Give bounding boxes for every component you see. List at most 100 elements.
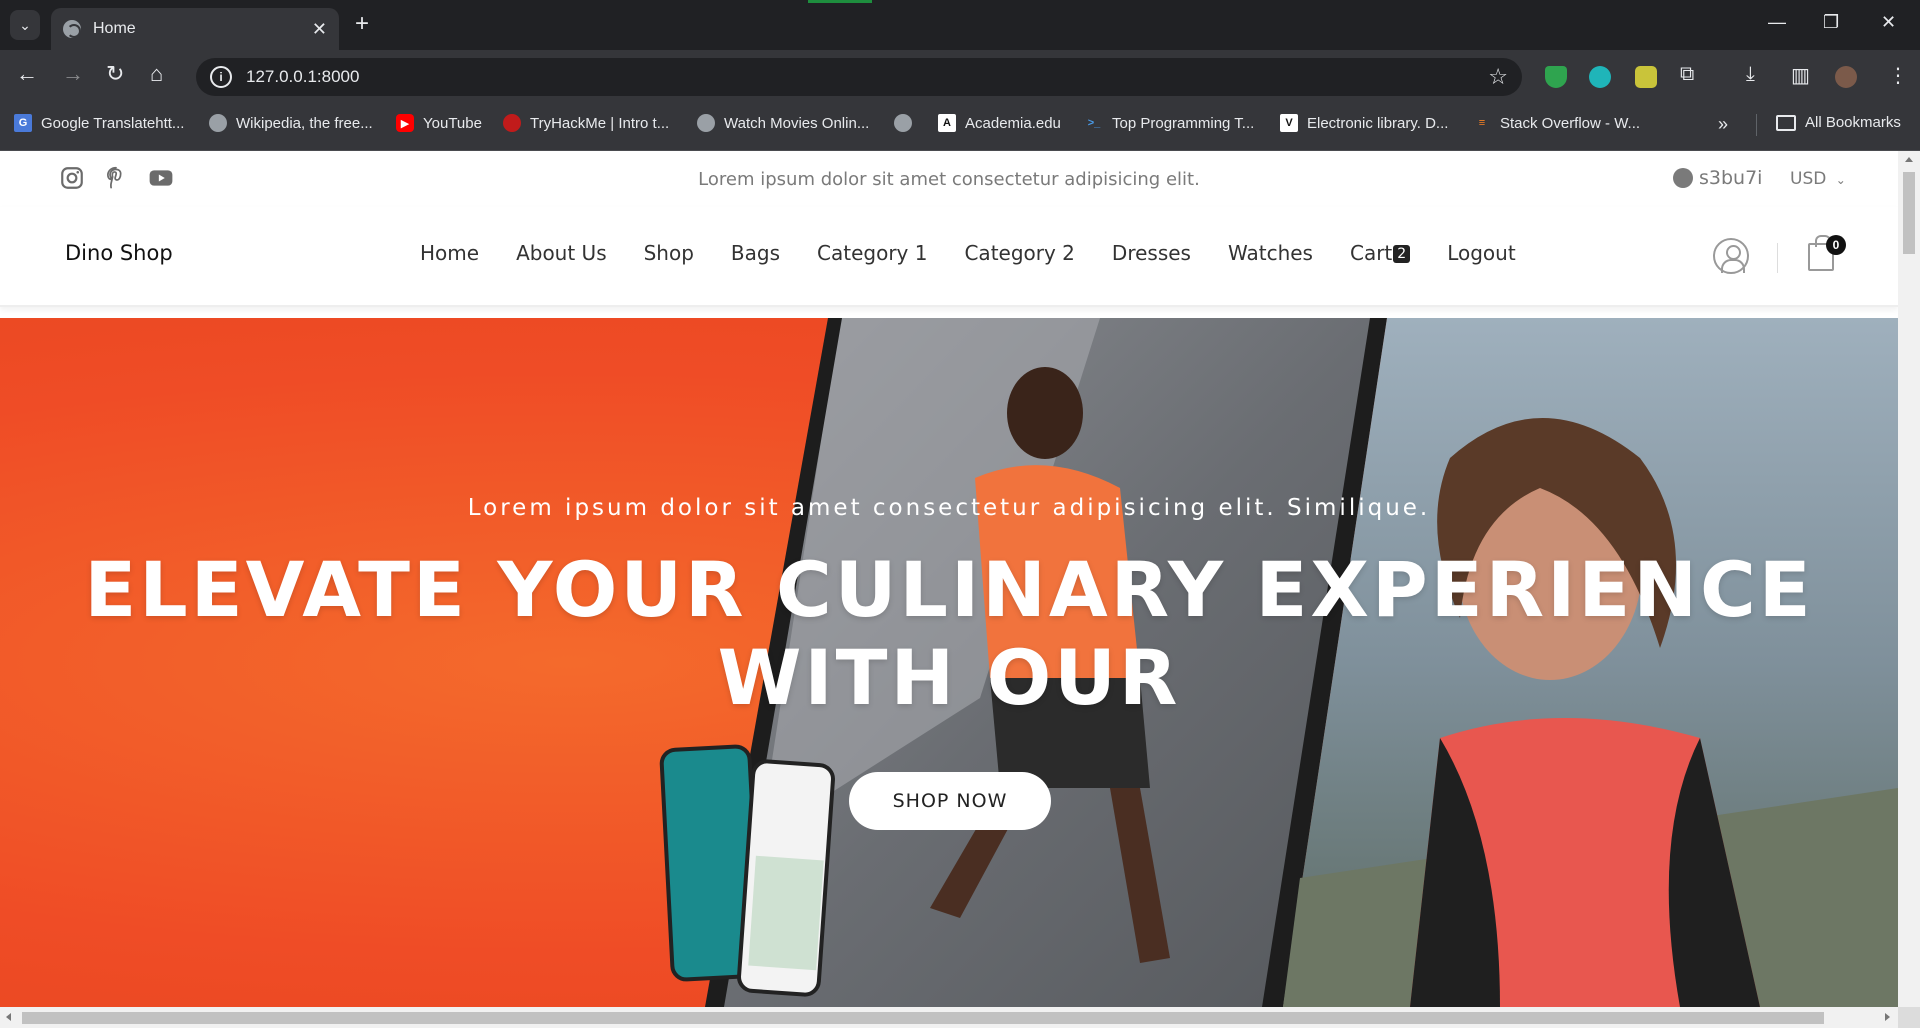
globe-icon [894,114,912,132]
bookmark-label: Wikipedia, the free... [236,114,373,132]
vertical-scrollbar[interactable] [1898,151,1920,1007]
close-icon[interactable]: ✕ [312,19,327,40]
terminal-icon: >_ [1087,117,1101,129]
recording-indicator [808,0,872,3]
globe-icon [63,20,81,38]
bookmark-youtube[interactable]: ▶ YouTube [396,114,482,132]
bookmark-globe[interactable] [894,114,921,132]
bookmark-label: Stack Overflow - W... [1500,114,1641,132]
youtube-icon: ▶ [396,114,414,132]
chevron-down-icon: ⌄ [1835,173,1846,187]
more-bookmarks-button[interactable]: » [1718,114,1728,135]
bookmark-google-translate[interactable]: G Google Translatehtt... [14,114,184,132]
github-user-link[interactable]: s3bu7i [1673,167,1762,189]
library-icon: V [1280,114,1298,132]
nav-category-2[interactable]: Category 2 [964,241,1074,265]
cart-count-badge: 2 [1393,245,1411,263]
vertical-scroll-thumb[interactable] [1903,172,1915,254]
topbar-message: Lorem ipsum dolor sit amet consectetur a… [698,169,1200,190]
all-bookmarks-button[interactable]: All Bookmarks [1776,114,1901,131]
globe-icon [697,114,715,132]
nav-home[interactable]: Home [420,241,479,265]
header-divider [1777,243,1778,273]
bookmark-star-icon[interactable]: ☆ [1488,64,1508,90]
all-bookmarks-label: All Bookmarks [1805,114,1901,131]
forward-button[interactable]: → [62,62,84,86]
academia-icon: A [938,114,956,132]
stackoverflow-icon: ≡ [1478,117,1486,129]
extensions-puzzle-icon[interactable]: ⧉ [1680,63,1694,86]
tryhackme-icon [503,114,521,132]
brand-logo[interactable]: Dino Shop [65,241,173,265]
scrollbar-corner [1898,1007,1920,1028]
main-nav: Home About Us Shop Bags Category 1 Categ… [420,241,1553,265]
new-tab-button[interactable]: + [355,12,369,36]
bookmark-label: Watch Movies Onlin... [724,114,870,132]
hero-banner: Lorem ipsum dolor sit amet consectetur a… [0,318,1898,1007]
bookmark-academia[interactable]: A Academia.edu [938,114,1061,132]
bookmark-label: Academia.edu [965,114,1061,132]
site-header: Dino Shop Home About Us Shop Bags Catego… [0,207,1898,307]
scroll-right-arrow-icon[interactable] [1885,1013,1890,1021]
address-bar[interactable]: i 127.0.0.1:8000 ☆ [196,58,1522,96]
yellow-extension-icon[interactable] [1635,66,1657,88]
bookmark-label: Electronic library. D... [1307,114,1449,132]
bookmark-top-programming[interactable]: >_ Top Programming T... [1085,114,1255,132]
home-button[interactable]: ⌂ [150,62,163,86]
nav-category-1[interactable]: Category 1 [817,241,927,265]
download-icon[interactable]: ⤓ [1746,63,1755,86]
hero-subtitle: Lorem ipsum dolor sit amet consectetur a… [467,495,1431,521]
currency-value: USD [1790,169,1827,189]
bookmark-electronic-library[interactable]: V Electronic library. D... [1280,114,1448,132]
bookmark-label: TryHackMe | Intro t... [530,114,670,132]
user-account-icon[interactable] [1713,238,1749,274]
google-translate-icon: G [14,114,32,132]
horizontal-scroll-thumb[interactable] [22,1012,1824,1024]
reload-button[interactable]: ↻ [106,62,124,86]
menu-kebab-icon[interactable]: ⋮ [1888,63,1908,88]
nav-bags[interactable]: Bags [731,241,780,265]
back-button[interactable]: ← [16,62,38,86]
nav-cart[interactable]: Cart 2 [1350,241,1411,265]
url-text: 127.0.0.1:8000 [246,67,360,86]
nav-logout[interactable]: Logout [1447,241,1515,265]
nav-dresses[interactable]: Dresses [1112,241,1191,265]
profile-avatar[interactable] [1835,66,1857,88]
tab-search-button[interactable]: ⌄ [10,10,40,40]
minimize-button[interactable]: — [1768,12,1786,33]
scroll-up-arrow-icon[interactable] [1905,157,1913,162]
site-info-icon[interactable]: i [210,66,232,88]
bookmark-watch-movies[interactable]: Watch Movies Onlin... [697,114,869,132]
bookmark-label: YouTube [423,114,482,132]
window-close-button[interactable]: ✕ [1881,12,1896,33]
restore-button[interactable]: ❐ [1823,12,1839,33]
web-page: Lorem ipsum dolor sit amet consectetur a… [0,151,1898,1007]
bookmarks-divider [1756,114,1757,136]
nav-about-us[interactable]: About Us [516,241,607,265]
browser-chrome: ⌄ Home ✕ + — ❐ ✕ ← → ↻ ⌂ i 127.0.0.1:800… [0,0,1920,151]
browser-toolbar: ← → ↻ ⌂ i 127.0.0.1:8000 ☆ ⧉ ⤓ ▥ ⋮ [0,50,1920,100]
shield-extension-icon[interactable] [1545,66,1567,88]
hero-title: ELEVATE YOUR CULINARY EXPERIENCE WITH OU… [84,545,1814,722]
bookmark-label: Top Programming T... [1112,114,1255,132]
bookmark-stack-overflow[interactable]: ≡ Stack Overflow - W... [1473,114,1640,132]
nav-shop[interactable]: Shop [644,241,694,265]
folder-icon [1776,114,1796,131]
globe-icon [209,114,227,132]
github-icon [1673,168,1693,188]
bag-count-badge: 0 [1826,235,1846,255]
shop-now-button[interactable]: SHOP NOW [849,772,1051,830]
scroll-left-arrow-icon[interactable] [6,1013,11,1021]
github-username: s3bu7i [1699,167,1763,189]
m-extension-icon[interactable] [1589,66,1611,88]
bookmark-tryhackme[interactable]: TryHackMe | Intro t... [503,114,669,132]
side-panel-icon[interactable]: ▥ [1791,63,1810,88]
tab-strip: ⌄ Home ✕ + — ❐ ✕ [0,0,1920,50]
bookmark-label: Google Translatehtt... [41,114,185,132]
nav-watches[interactable]: Watches [1228,241,1313,265]
horizontal-scrollbar[interactable] [0,1007,1898,1028]
bookmarks-bar: G Google Translatehtt... Wikipedia, the … [0,100,1920,151]
tab-home[interactable]: Home ✕ [51,8,339,50]
bookmark-wikipedia[interactable]: Wikipedia, the free... [209,114,373,132]
currency-selector[interactable]: USD ⌄ [1790,169,1846,189]
